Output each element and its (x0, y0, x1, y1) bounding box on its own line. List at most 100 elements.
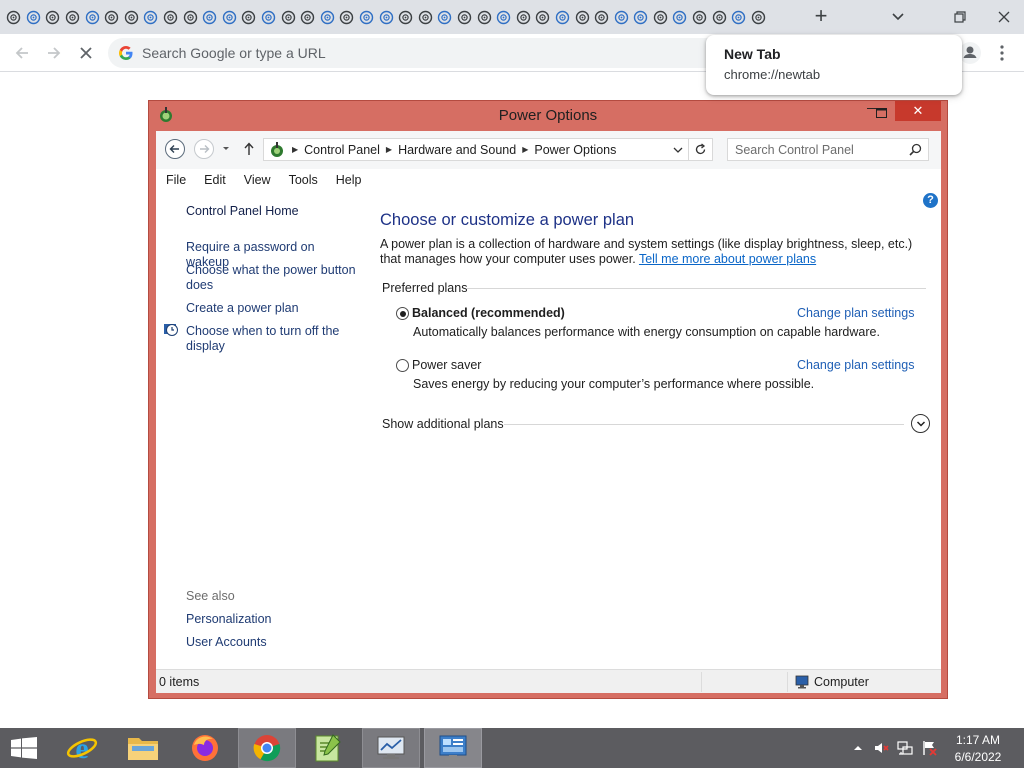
taskbar-clock-time[interactable]: 1:17 AM (948, 733, 1008, 747)
menu-edit[interactable]: Edit (194, 173, 234, 187)
tab-search-button[interactable] (878, 2, 918, 32)
browser-tab[interactable] (709, 4, 729, 30)
browser-tab[interactable] (690, 4, 710, 30)
browser-tab[interactable] (357, 4, 377, 30)
power-saver-plan-name[interactable]: Power saver (412, 358, 481, 372)
address-bar[interactable]: ▶ Control Panel ▶ Hardware and Sound ▶ P… (263, 138, 689, 161)
browser-tab[interactable] (670, 4, 690, 30)
explorer-back-button[interactable] (165, 139, 185, 159)
refresh-button[interactable] (689, 138, 713, 161)
up-one-level-button[interactable] (242, 139, 258, 159)
breadcrumb-separator-icon[interactable]: ▶ (386, 145, 392, 154)
breadcrumb-control-panel[interactable]: Control Panel (304, 143, 380, 157)
show-additional-plans-label[interactable]: Show additional plans (382, 417, 504, 431)
taskbar-internet-explorer[interactable]: e (54, 728, 110, 768)
browser-tab[interactable] (102, 4, 122, 30)
close-window-button[interactable]: ✕ (895, 101, 941, 121)
browser-tab[interactable] (592, 4, 612, 30)
browser-tab[interactable] (180, 4, 200, 30)
browser-tab[interactable] (337, 4, 357, 30)
window-titlebar[interactable]: Power Options — ✕ (149, 99, 947, 131)
browser-tab[interactable] (651, 4, 671, 30)
sidebar-personalization[interactable]: Personalization (186, 612, 271, 627)
expand-additional-plans-button[interactable] (911, 414, 930, 433)
browser-tab[interactable] (494, 4, 514, 30)
browser-tab[interactable] (200, 4, 220, 30)
taskbar-chrome[interactable] (238, 728, 296, 768)
browser-tab[interactable] (631, 4, 651, 30)
browser-tab[interactable] (298, 4, 318, 30)
browser-tab[interactable] (239, 4, 259, 30)
show-hidden-icons-icon[interactable] (850, 740, 866, 756)
breadcrumb-power-options[interactable]: Power Options (534, 143, 616, 157)
browser-tab[interactable] (318, 4, 338, 30)
menu-view[interactable]: View (234, 173, 279, 187)
stop-loading-button[interactable] (74, 41, 98, 65)
sidebar-power-button[interactable]: Choose what the power button does (186, 263, 356, 293)
volume-muted-icon[interactable] (873, 740, 889, 756)
taskbar-file-explorer[interactable] (115, 728, 171, 768)
forward-button[interactable] (42, 41, 66, 65)
browser-tab[interactable] (729, 4, 749, 30)
browser-tab[interactable] (24, 4, 44, 30)
breadcrumb-hardware-and-sound[interactable]: Hardware and Sound (398, 143, 516, 157)
action-center-flag-icon[interactable] (921, 740, 937, 756)
browser-tab[interactable] (553, 4, 573, 30)
restore-window-button[interactable] (940, 2, 980, 32)
balanced-plan-radio[interactable] (396, 307, 409, 320)
browser-tab[interactable] (376, 4, 396, 30)
taskbar-clock-date[interactable]: 6/6/2022 (948, 750, 1008, 764)
new-tab-button[interactable]: + (808, 5, 834, 29)
close-browser-button[interactable] (984, 2, 1024, 32)
chevron-down-icon[interactable] (672, 142, 684, 158)
browser-tab[interactable] (513, 4, 533, 30)
browser-tab[interactable] (611, 4, 631, 30)
menu-file[interactable]: File (156, 173, 194, 187)
balanced-change-plan-link[interactable]: Change plan settings (797, 306, 914, 320)
browser-tab[interactable] (572, 4, 592, 30)
browser-tab[interactable] (749, 4, 769, 30)
start-button[interactable] (0, 728, 48, 768)
taskbar-control-panel-window[interactable] (362, 728, 420, 768)
help-icon[interactable]: ? (923, 193, 938, 208)
explorer-forward-button[interactable] (194, 139, 214, 159)
browser-tab[interactable] (435, 4, 455, 30)
browser-tab[interactable] (141, 4, 161, 30)
taskbar-power-options[interactable] (424, 728, 482, 768)
browser-tab[interactable] (455, 4, 475, 30)
search-box[interactable] (727, 138, 929, 161)
sidebar-user-accounts[interactable]: User Accounts (186, 635, 267, 650)
power-saver-plan-radio[interactable] (396, 359, 409, 372)
browser-tab[interactable] (396, 4, 416, 30)
search-input[interactable] (735, 142, 903, 158)
recent-locations-button[interactable] (221, 139, 233, 159)
breadcrumb-separator-icon[interactable]: ▶ (522, 145, 528, 154)
browser-tab[interactable] (533, 4, 553, 30)
browser-tab[interactable] (161, 4, 181, 30)
sidebar-create-power-plan[interactable]: Create a power plan (186, 301, 356, 316)
network-icon[interactable] (897, 740, 913, 756)
browser-tab[interactable] (259, 4, 279, 30)
browser-tab[interactable] (82, 4, 102, 30)
power-saver-change-plan-link[interactable]: Change plan settings (797, 358, 914, 372)
sidebar-turn-off-display[interactable]: Choose when to turn off the display (186, 324, 356, 354)
browser-tab[interactable] (278, 4, 298, 30)
tell-me-more-link[interactable]: Tell me more about power plans (639, 252, 816, 266)
taskbar-notepad-plus-plus[interactable] (300, 728, 356, 768)
balanced-plan-name[interactable]: Balanced (recommended) (412, 306, 565, 320)
back-button[interactable] (10, 41, 34, 65)
sidebar-control-panel-home[interactable]: Control Panel Home (186, 204, 299, 219)
browser-tab[interactable] (63, 4, 83, 30)
taskbar-firefox[interactable] (177, 728, 233, 768)
browser-tab[interactable] (4, 4, 24, 30)
browser-tab[interactable] (415, 4, 435, 30)
browser-tab[interactable] (122, 4, 142, 30)
browser-tab[interactable] (220, 4, 240, 30)
menu-tools[interactable]: Tools (279, 173, 326, 187)
omnibox-input[interactable] (142, 43, 702, 63)
chrome-menu-button[interactable] (992, 41, 1012, 65)
browser-tab[interactable] (43, 4, 63, 30)
browser-tab[interactable] (474, 4, 494, 30)
search-icon[interactable] (909, 143, 922, 156)
menu-help[interactable]: Help (326, 173, 370, 187)
